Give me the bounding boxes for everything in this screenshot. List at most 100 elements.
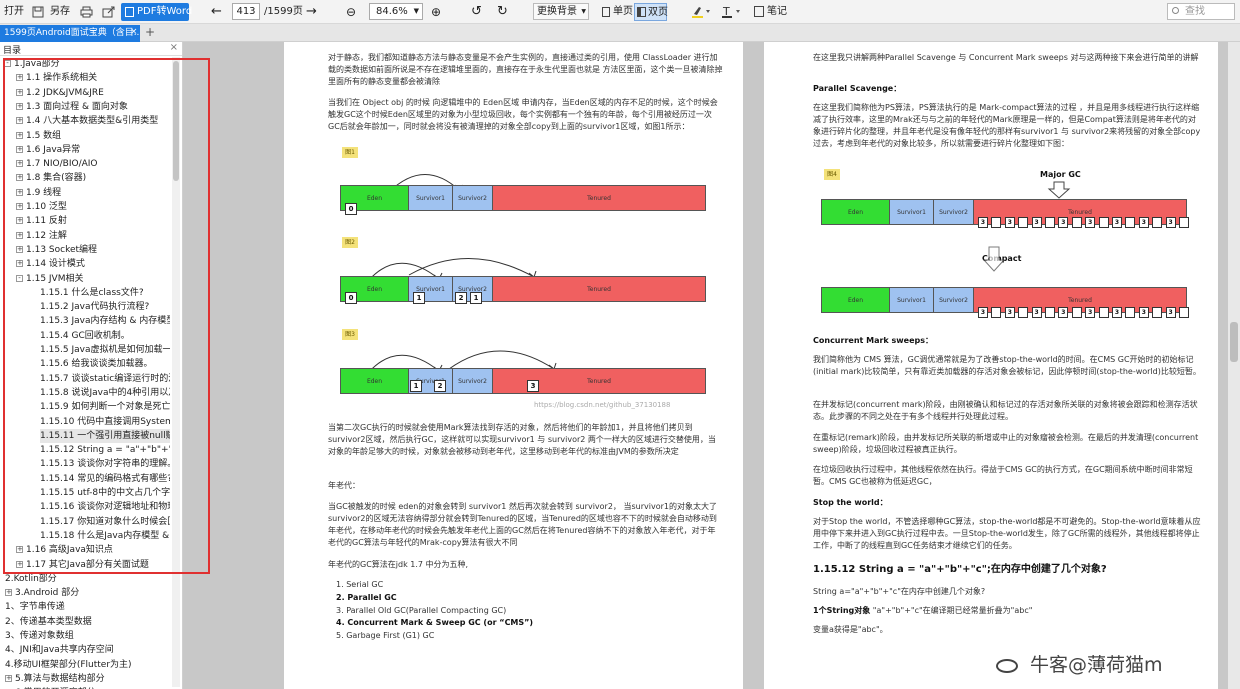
heap-bar: Eden Survivor1 Survivor2 Tenured — [340, 185, 706, 211]
paragraph: 在垃圾回收执行过程中，其他线程依然在执行。得益于CMS GC的执行方式，在GC期… — [813, 465, 1193, 486]
list-number: 4. — [336, 618, 348, 628]
paragraph: 年老代的GC算法在jdk 1.7 中分为五种, — [328, 560, 469, 569]
change-background-button[interactable]: 更换背景 ▼ — [533, 3, 589, 20]
tenured-object-box: 3 — [1112, 217, 1122, 228]
gc-list-label: Parallel Old GC(Parallel Compacting GC) — [346, 605, 507, 615]
paragraph: 对于Stop the world，不管选择哪种GC算法，stop-the-wor… — [813, 517, 1201, 550]
gc-list-label: Serial GC — [346, 580, 384, 589]
left-page: 对于静态，我们都知道静态方法与静态变量是不会产生实例的，直接通过类的引用，使用 … — [284, 42, 743, 689]
toc-item-label: 2、传递基本类型数据 — [5, 616, 92, 627]
double-page-button[interactable]: 双页 — [634, 3, 668, 21]
zoom-out-icon[interactable]: ⊖ — [346, 3, 356, 21]
tenured-object-box: 3 — [978, 307, 988, 318]
rotate-left-icon[interactable]: ↺ — [471, 3, 482, 21]
toc-item[interactable]: 4、JNI和Java共享内存空间 — [5, 643, 170, 657]
nowcoder-watermark: 牛客@薄荷猫m — [996, 650, 1163, 677]
open-button[interactable]: 打开 — [4, 3, 24, 21]
bold-answer: 1个String对象 — [813, 606, 871, 615]
toc-item[interactable]: 2、传递基本类型数据 — [5, 615, 170, 629]
document-scrollbar[interactable] — [1228, 42, 1240, 689]
figure-label: 图1 — [342, 147, 358, 158]
tenured-object-box: 3 — [1058, 217, 1069, 228]
object-age-box: 0 — [345, 203, 357, 215]
share-icon[interactable] — [102, 3, 115, 21]
save-icon[interactable] — [32, 3, 44, 21]
tenured-object-box: 3 — [1004, 307, 1015, 318]
object-age-box: 2 — [434, 380, 446, 392]
next-page-arrow-icon[interactable]: → — [306, 3, 317, 21]
tenured-object-box — [991, 217, 1002, 228]
zoom-in-icon[interactable]: ⊕ — [431, 3, 441, 21]
tenured-object-box: 3 — [1031, 307, 1042, 318]
paragraph: 在并发标记(concurrent mark)阶段，由刚被确认和标记过的存活对象所… — [813, 400, 1198, 421]
chevron-down-icon: ▼ — [581, 8, 586, 15]
tenured-object-box — [1018, 217, 1029, 228]
chevron-down-icon: ▼ — [413, 7, 419, 15]
tenured-object-box: 3 — [1138, 217, 1149, 228]
toc-item[interactable]: 4.移动UI框架部分(Flutter为主) — [5, 658, 170, 672]
tenured-object-box: 3 — [1058, 307, 1069, 318]
document-tab[interactable]: 1599页Android面试宝典（含目... — [0, 25, 140, 42]
note-button[interactable]: 笔记 — [752, 3, 788, 21]
pdf-to-word-button[interactable]: PDF转Word — [121, 3, 193, 21]
rotate-right-icon[interactable]: ↻ — [497, 3, 508, 21]
down-arrow-icon — [982, 246, 1006, 272]
tenured-object-box — [1152, 217, 1163, 228]
new-tab-plus-icon[interactable]: + — [145, 25, 155, 39]
object-age-box: 1 — [410, 380, 422, 392]
search-placeholder: 查找 — [1185, 6, 1205, 17]
pdf-to-word-label: PDF转Word — [137, 6, 193, 17]
gc-list-item: 5. Garbage First (G1) GC — [336, 630, 434, 642]
toc-item[interactable]: 1、字节串传递 — [5, 600, 170, 614]
paragraph: 在这里我只讲解两种Parallel Scavenge 与 Concurrent … — [813, 53, 1199, 62]
toc-item[interactable]: +3.Android 部分 — [5, 586, 170, 600]
survivor1-segment: Survivor1 — [890, 200, 934, 224]
paragraph: 变量a获得是"abc"。 — [813, 625, 888, 634]
tenured-object-box — [1152, 307, 1163, 318]
answer-text: "a"+"b"+"c"在编译期已经常量折叠为"abc" — [870, 606, 1033, 615]
expand-icon[interactable]: + — [5, 589, 12, 597]
highlighter-icon[interactable] — [691, 3, 713, 21]
prev-page-arrow-icon[interactable]: ← — [211, 3, 222, 21]
expand-icon[interactable]: + — [5, 674, 12, 682]
search-input[interactable]: 查找 — [1167, 3, 1235, 20]
text-color-icon[interactable]: T — [721, 3, 745, 21]
heap-bar: Eden Survivor1 Survivor2 Tenured — [340, 276, 706, 302]
save-as-button[interactable]: 另存 — [50, 3, 70, 21]
toc-item[interactable]: 3、传递对象数组 — [5, 629, 170, 643]
single-page-button[interactable]: 单页 — [600, 3, 633, 21]
heap-bar: Eden Survivor1 Survivor2 Tenured — [340, 368, 706, 394]
close-tab-icon[interactable]: × — [130, 27, 138, 37]
search-icon — [1172, 7, 1179, 14]
zoom-select[interactable]: 84.6% ▼ — [369, 3, 423, 20]
single-page-icon — [602, 7, 610, 17]
object-age-box: 1 — [413, 292, 425, 304]
double-page-icon — [637, 7, 646, 17]
print-icon[interactable] — [80, 3, 93, 21]
tenured-object-box — [1018, 307, 1029, 318]
document-scroll-thumb[interactable] — [1230, 322, 1238, 362]
pdf-icon — [125, 7, 134, 17]
tenured-object-box: 3 — [1085, 217, 1096, 228]
gc-list-item: 3. Parallel Old GC(Parallel Compacting G… — [336, 605, 506, 617]
toc-item[interactable]: +5.算法与数据结构部分 — [5, 672, 170, 686]
note-label: 笔记 — [767, 6, 787, 17]
eden-segment: Eden — [822, 200, 890, 224]
major-gc-label: Major GC — [1040, 170, 1081, 179]
tenured-segment: Tenured — [493, 186, 705, 210]
paragraph: 1个String对象 "a"+"b"+"c"在编译期已经常量折叠为"abc" — [813, 605, 1032, 617]
paragraph: 对于静态，我们都知道静态方法与静态变量是不会产生实例的，直接通过类的引用，使用 … — [328, 53, 723, 86]
page-number-input[interactable]: 413 — [232, 3, 260, 20]
paragraph: 在重标记(remark)阶段，由并发标记所关联的新增或中止的对象瘤被会检测。在最… — [813, 433, 1199, 454]
tenured-object-box — [1125, 217, 1136, 228]
list-number: 1. — [336, 580, 347, 589]
paragraph: String a="a"+"b"+"c"在内存中创建几个对象? — [813, 587, 986, 596]
toc-item-label: 5.算法与数据结构部分 — [15, 673, 105, 684]
close-sidebar-icon[interactable]: × — [170, 42, 178, 53]
tenured-object-box — [1071, 307, 1082, 318]
tenured-object-box — [1125, 307, 1136, 318]
down-arrow-icon — [1047, 181, 1071, 199]
tenured-object-box — [1098, 217, 1109, 228]
survivor2-segment: Survivor2 — [934, 288, 974, 312]
right-page: 在这里我只讲解两种Parallel Scavenge 与 Concurrent … — [764, 42, 1218, 689]
